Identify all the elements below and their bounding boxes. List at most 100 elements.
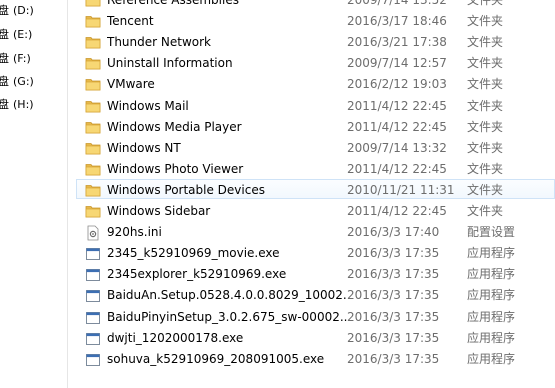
file-name: Uninstall Information [107,56,233,71]
file-date-modified: 2009/7/14 12:57 [347,56,447,71]
file-name: Windows Sidebar [107,204,211,218]
file-date-modified: 2016/2/12 19:03 [347,77,447,92]
file-row[interactable]: sohuva_k52910969_208091005.exe 2016/3/3 1… [76,348,555,368]
file-type: 文件夹 [467,119,504,134]
file-row[interactable]: Windows Media Player 2011/4/12 22:45 文件夹 [76,116,555,136]
file-row[interactable]: Windows Mail 2011/4/12 22:45 文件夹 [76,95,555,115]
file-type: 文件夹 [467,35,504,50]
file-type: 文件夹 [467,204,504,218]
file-row[interactable]: 2345_k52910969_movie.exe 2016/3/3 17:35 应用… [76,242,555,262]
file-name: BaiduAn.Setup.0528.4.0.0.8029_10002... [107,288,347,303]
file-date-modified: 2011/4/12 22:45 [347,119,447,134]
file-name: Thunder Network [107,35,211,50]
file-type: 配置设置 [467,225,516,240]
nav-drive-label: 盘 [0,28,9,41]
folder-icon [85,0,101,7]
file-type: 文件夹 [467,56,504,71]
nav-drive-h[interactable]: 盘 (H:) [0,96,34,114]
folder-icon [85,141,101,155]
file-name: Windows Mail [107,98,189,113]
file-type: 文件夹 [467,161,504,176]
nav-drive-letter: (E:) [13,28,33,41]
file-date-modified: 2016/3/3 17:35 [347,246,440,261]
file-row[interactable]: Windows Sidebar 2011/4/12 22:45 文件夹 [76,200,555,220]
nav-drive-letter: (G:) [13,75,34,88]
file-name: BaiduPinyinSetup_3.0.2.675_sw-00002... [107,309,347,324]
file-row[interactable]: VMware 2016/2/12 19:03 文件夹 [76,73,555,93]
folder-icon [85,99,101,113]
file-type: 应用程序 [467,288,516,303]
file-row[interactable]: Uninstall Information 2009/7/14 12:57 文件夹 [76,52,555,72]
file-date-modified: 2016/3/21 17:38 [347,35,447,50]
file-type: 文件夹 [467,0,504,7]
file-row[interactable]: Thunder Network 2016/3/21 17:38 文件夹 [76,31,555,51]
file-date-modified: 2016/3/3 17:35 [347,288,440,303]
file-date-modified: 2011/4/12 22:45 [347,98,447,113]
file-date-modified: 2016/3/3 17:35 [347,267,440,282]
nav-drive-g[interactable]: 盘 (G:) [0,73,34,91]
folder-icon [85,56,101,70]
application-icon [85,352,101,366]
nav-drive-label: 盘 [0,75,9,88]
file-name: Windows Photo Viewer [107,161,244,176]
folder-icon [85,35,101,49]
file-name: 2345_k52910969_movie.exe [107,246,280,261]
file-name: Windows NT [107,140,181,155]
file-date-modified: 2009/7/14 13:52 [347,0,447,7]
file-date-modified: 2009/7/14 13:32 [347,140,447,155]
application-icon [85,310,101,324]
file-type: 应用程序 [467,351,516,366]
file-date-modified: 2011/4/12 22:45 [347,161,447,176]
file-row[interactable]: BaiduAn.Setup.0528.4.0.0.8029_10002... 20… [76,284,555,304]
nav-drive-f[interactable]: 盘 (F:) [0,50,31,68]
application-icon [85,288,101,303]
nav-drive-d[interactable]: 盘 (D:) [0,2,34,20]
file-row[interactable]: Windows Photo Viewer 2011/4/12 22:45 文件夹 [76,158,555,178]
nav-drive-label: 盘 [0,4,9,17]
file-date-modified: 2016/3/3 17:35 [347,309,440,324]
application-icon [85,246,101,261]
file-row[interactable]: Reference Assemblies 2009/7/14 13:52 文件夹 [76,0,555,9]
folder-icon [85,204,101,218]
file-type: 应用程序 [467,246,516,261]
file-type: 应用程序 [467,267,516,282]
file-date-modified: 2010/11/21 11:31 [347,182,455,197]
file-name: Reference Assemblies [107,0,239,7]
file-row[interactable]: Tencent 2016/3/17 18:46 文件夹 [76,10,555,30]
file-type: 应用程序 [467,309,516,324]
file-type: 文件夹 [467,98,504,113]
file-date-modified: 2016/3/3 17:40 [347,225,440,240]
nav-drive-e[interactable]: 盘 (E:) [0,26,32,44]
nav-drive-letter: (F:) [13,52,31,65]
nav-drive-label: 盘 [0,52,9,65]
file-row[interactable]: BaiduPinyinSetup_3.0.2.675_sw-00002... 20… [76,306,555,326]
nav-drive-letter: (D:) [13,4,34,17]
file-name: 920hs.ini [107,225,162,240]
file-list: Reference Assemblies 2009/7/14 13:52 文件夹 Te… [76,0,555,388]
file-date-modified: 2016/3/17 18:46 [347,14,447,29]
file-name: Tencent [107,14,154,29]
settings-file-icon [85,225,101,241]
application-icon [85,267,101,282]
file-name: VMware [107,77,155,92]
file-name: dwjti_1202000178.exe [107,330,244,345]
file-name: Windows Media Player [107,119,242,134]
file-name: sohuva_k52910969_208091005.exe [107,351,325,366]
file-row[interactable]: 920hs.ini 2016/3/3 17:40 配置设置 [76,221,555,241]
folder-icon [85,120,101,134]
folder-icon [85,77,101,91]
file-row[interactable]: Windows Portable Devices 2010/11/21 11:31… [76,178,555,199]
application-icon [85,331,101,345]
nav-drive-label: 盘 [0,98,9,111]
file-type: 文件夹 [467,140,504,155]
file-type: 应用程序 [467,330,516,345]
folder-icon [85,162,101,176]
file-row[interactable]: 2345explorer_k52910969.exe 2016/3/3 17:35… [76,263,555,283]
folder-icon [85,183,101,197]
file-type: 文件夹 [467,14,504,29]
file-date-modified: 2016/3/3 17:35 [347,351,440,366]
file-row[interactable]: Windows NT 2009/7/14 13:32 文件夹 [76,137,555,157]
navigation-pane: 盘 (D:) 盘 (E:) 盘 (F:) 盘 (G:) 盘 (H:) [0,0,68,388]
file-date-modified: 2016/3/3 17:35 [347,330,440,345]
file-row[interactable]: dwjti_1202000178.exe 2016/3/3 17:35 应用程序 [76,327,555,347]
